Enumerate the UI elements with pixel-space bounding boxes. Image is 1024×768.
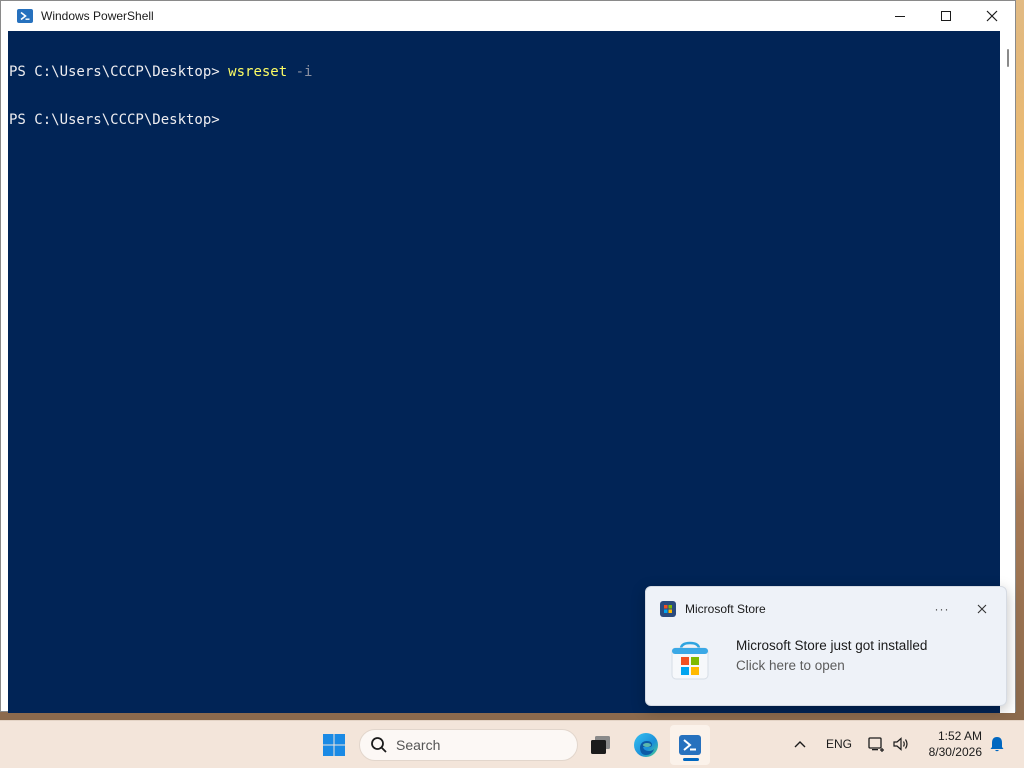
minimize-button[interactable] [877, 1, 923, 31]
maximize-icon [941, 11, 951, 21]
toast-subtitle: Click here to open [736, 658, 845, 673]
maximize-button[interactable] [923, 1, 969, 31]
notification-bell-icon[interactable] [987, 734, 1007, 754]
show-hidden-icons-button[interactable] [790, 734, 810, 754]
close-icon [986, 10, 998, 22]
command-parameter: -i [287, 64, 313, 80]
windows-start-icon [323, 734, 345, 756]
scrollbar-thumb[interactable] [1007, 49, 1009, 67]
close-button[interactable] [969, 1, 1015, 31]
system-clock[interactable]: 1:52 AM 8/30/2026 [918, 728, 982, 760]
edge-taskbar-button[interactable] [626, 725, 666, 765]
powershell-icon [679, 735, 701, 755]
notification-toast[interactable]: Microsoft Store ··· Microsoft Store just… [645, 586, 1007, 706]
active-app-indicator [683, 758, 699, 761]
microsoft-store-icon [660, 601, 676, 617]
title-bar[interactable]: Windows PowerShell [1, 1, 1015, 31]
network-icon[interactable] [866, 734, 886, 754]
toast-app-name: Microsoft Store [685, 602, 766, 616]
taskbar-search[interactable]: Search [359, 729, 578, 761]
prompt-text: PS C:\Users\CCCP\Desktop> [9, 112, 229, 128]
close-icon [977, 604, 987, 614]
chevron-up-icon [794, 741, 806, 748]
task-view-button[interactable] [581, 725, 621, 765]
microsoft-store-icon [671, 641, 709, 680]
toast-close-button[interactable] [972, 599, 992, 619]
clock-time: 1:52 AM [937, 729, 982, 743]
window-title: Windows PowerShell [41, 9, 154, 23]
edge-icon [634, 733, 658, 757]
command-text: wsreset [228, 64, 288, 80]
volume-icon[interactable] [891, 734, 911, 754]
window-controls [877, 1, 1015, 31]
input-language-indicator[interactable]: ENG [826, 737, 852, 751]
toast-header: Microsoft Store [660, 601, 766, 617]
console-line-1: PS C:\Users\CCCP\Desktop> wsreset -i [9, 64, 1000, 80]
toast-title: Microsoft Store just got installed [736, 638, 928, 653]
console-line-2: PS C:\Users\CCCP\Desktop> [9, 112, 1000, 128]
prompt-text: PS C:\Users\CCCP\Desktop> [9, 64, 229, 80]
start-button[interactable] [314, 725, 354, 765]
search-placeholder: Search [396, 737, 441, 753]
minimize-icon [895, 16, 905, 17]
powershell-icon [17, 9, 33, 23]
clock-date: 8/30/2026 [928, 745, 982, 759]
task-view-icon [591, 736, 610, 754]
toast-more-button[interactable]: ··· [932, 599, 952, 619]
search-icon [371, 737, 387, 753]
